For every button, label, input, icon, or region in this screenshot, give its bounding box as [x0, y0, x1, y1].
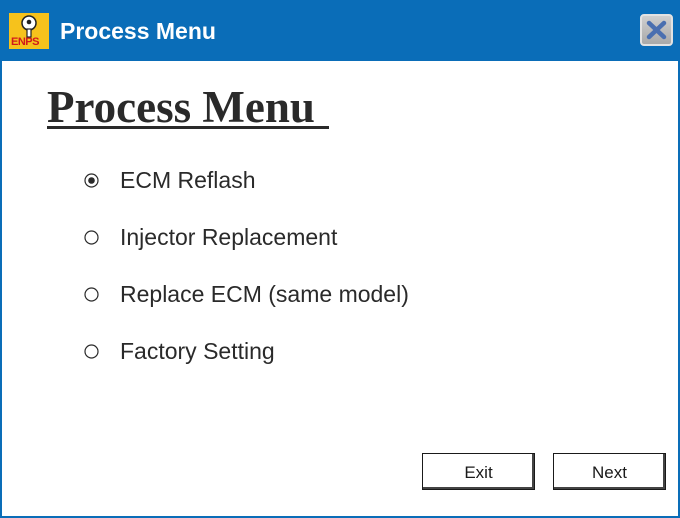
app-logo-text: ENPS [11, 36, 39, 48]
option-label: Injector Replacement [120, 224, 338, 250]
app-logo-icon: ENPS [9, 13, 49, 49]
option-label: ECM Reflash [120, 167, 256, 193]
option-label: Replace ECM (same model) [120, 281, 409, 307]
exit-button[interactable]: Exit [422, 453, 535, 490]
title-bar: ENPS Process Menu [0, 0, 680, 61]
next-button[interactable]: Next [553, 453, 666, 490]
radio-selected-icon[interactable] [84, 173, 99, 188]
radio-unselected-icon[interactable] [84, 230, 99, 245]
window-title: Process Menu [60, 18, 216, 44]
radio-unselected-icon[interactable] [84, 344, 99, 359]
process-menu-window: ENPS Process Menu Process Menu ECM Refla… [0, 0, 680, 518]
close-button[interactable] [640, 14, 673, 46]
close-icon [646, 20, 667, 40]
page-heading: Process Menu [47, 82, 315, 132]
option-label: Factory Setting [120, 338, 275, 364]
radio-unselected-icon[interactable] [84, 287, 99, 302]
heading-underline [47, 126, 329, 129]
